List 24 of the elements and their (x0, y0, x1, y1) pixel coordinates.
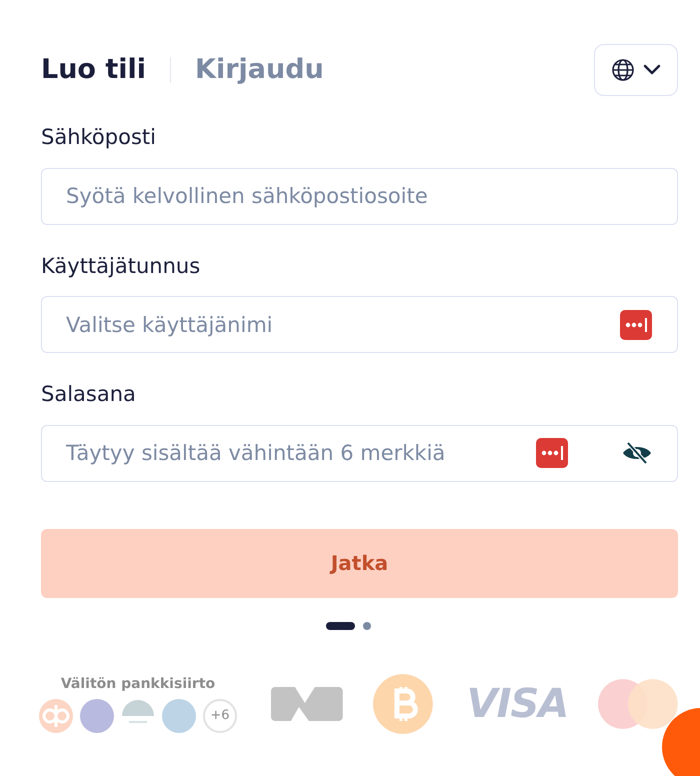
bitcoin-icon (372, 674, 433, 734)
bank-logo-icon (39, 699, 73, 733)
field-label: Käyttäjätunnus (41, 252, 202, 280)
card-brand-logo: VISA (466, 680, 568, 728)
chevron-down-icon (643, 64, 661, 76)
field-label: Salasana (41, 381, 137, 408)
payment-method-title: Välitön pankkisiirto (60, 675, 216, 694)
payment-logo-icon (269, 684, 345, 722)
password-manager-icon[interactable] (620, 310, 652, 340)
more-banks-count: +6 (203, 699, 237, 733)
input-field[interactable]: Valitse käyttäjänimi (41, 296, 678, 353)
bank-logo-icon (80, 699, 114, 733)
bank-logo-icon (162, 699, 196, 733)
page-indicator[interactable] (326, 622, 355, 630)
card-logo-icon (598, 678, 678, 728)
password-manager-icon[interactable] (536, 438, 568, 468)
input-field[interactable]: Syötä kelvollinen sähköpostiosoite (41, 168, 678, 224)
globe-icon (611, 58, 635, 82)
input-field[interactable]: Täytyy sisältää vähintään 6 merkkiä (41, 424, 678, 482)
field-label: Sähköposti (41, 124, 157, 151)
tab[interactable]: Luo tili (41, 50, 146, 90)
tab[interactable]: Kirjaudu (195, 50, 324, 90)
language-select[interactable] (594, 44, 678, 96)
hide-password-icon[interactable] (622, 441, 652, 465)
